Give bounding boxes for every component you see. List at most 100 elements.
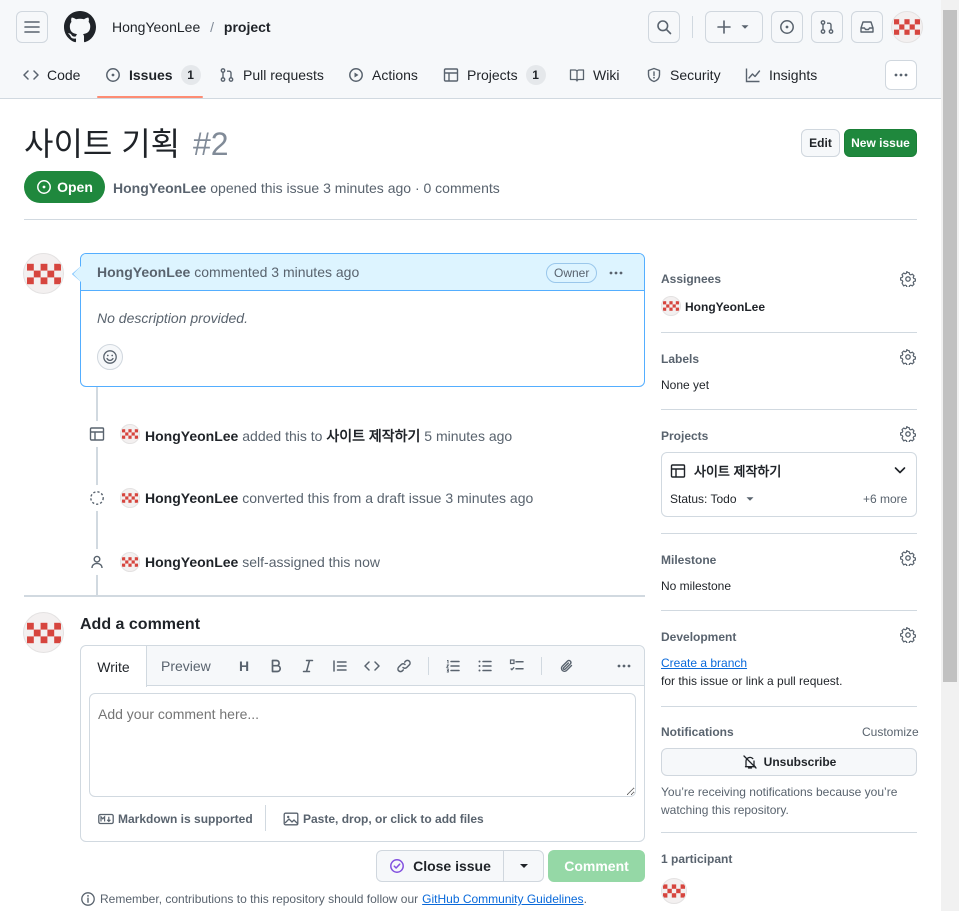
tab-security[interactable]: Security [646,60,721,90]
gear-icon[interactable] [900,426,916,445]
guidelines-note: Remember, contributions to this reposito… [80,891,587,907]
link-icon[interactable] [394,656,414,676]
markdown-note[interactable]: Markdown is supported [98,811,253,827]
tasklist-icon[interactable] [507,656,527,676]
unordered-list-icon[interactable] [475,656,495,676]
smiley-icon [103,350,117,364]
participant-avatar[interactable] [661,878,687,904]
labels-title[interactable]: Labels [661,352,699,366]
comment-author-link[interactable]: HongYeonLee [97,264,190,280]
quote-icon[interactable] [330,656,350,676]
comment-author-avatar[interactable] [23,253,64,294]
project-status-dropdown[interactable]: Status: Todo [670,492,757,506]
comment-submit-button[interactable]: Comment [548,850,645,882]
timeline-end-divider [24,595,645,597]
tab-wiki[interactable]: Wiki [569,60,619,90]
user-avatar[interactable] [891,11,923,43]
timeline-actor-avatar[interactable] [120,488,140,508]
new-issue-button[interactable]: New issue [844,129,917,157]
labels-value: None yet [661,378,710,392]
code-icon[interactable] [362,656,382,676]
italic-icon[interactable] [298,656,318,676]
issue-closed-icon [390,859,405,873]
more-options-icon[interactable] [614,656,634,676]
edit-title-button[interactable]: Edit [801,129,840,157]
timeline-actor-link[interactable]: HongYeonLee [145,490,238,506]
timeline-actor-avatar[interactable] [120,552,140,572]
heading-icon[interactable]: H [234,656,254,676]
toolbar-divider [428,657,429,675]
tab-issues[interactable]: Issues 1 [105,60,201,90]
ordered-list-icon[interactable] [443,656,463,676]
issue-author-link[interactable]: HongYeonLee [113,180,206,196]
timeline-time[interactable]: 5 minutes ago [424,428,512,444]
github-logo-icon[interactable] [64,11,96,43]
tab-code[interactable]: Code [23,60,80,90]
menu-button[interactable] [16,11,48,43]
gear-icon[interactable] [900,550,916,569]
issue-number: #2 [192,126,229,162]
repo-owner-link[interactable]: HongYeonLee [112,19,200,35]
tab-wiki-label: Wiki [593,67,620,83]
notifications-customize-link[interactable]: Customize [862,725,919,739]
issues-shortcut-button[interactable] [771,11,803,43]
close-issue-options-button[interactable] [503,850,544,882]
timeline-text: added this to [242,428,323,444]
milestone-title[interactable]: Milestone [661,553,716,567]
guidelines-link[interactable]: GitHub Community Guidelines [422,892,583,906]
assignee-name[interactable]: HongYeonLee [685,300,765,314]
tab-projects[interactable]: Projects 1 [443,60,546,90]
owner-badge-label: Owner [554,266,590,280]
markdown-note-label: Markdown is supported [118,812,253,826]
kebab-horizontal-icon [609,271,623,275]
gear-icon[interactable] [900,349,916,368]
tab-issues-label: Issues [129,67,173,83]
timeline-project-link[interactable]: 사이트 제작하기 [326,428,420,444]
close-issue-button[interactable]: Close issue [376,850,504,882]
unsubscribe-button[interactable]: Unsubscribe [661,748,917,776]
create-new-button[interactable] [705,11,763,43]
timeline-actor-avatar[interactable] [120,424,140,444]
comment-options-button[interactable] [604,263,628,283]
table-icon [89,427,105,441]
development-note: for this issue or link a pull request. [661,674,843,688]
sidebar-divider [661,533,917,534]
add-reaction-button[interactable] [97,344,123,370]
paperclip-icon[interactable] [557,656,577,676]
comment-textarea[interactable] [89,693,636,797]
chevron-down-icon[interactable] [892,462,908,481]
timeline-actor-link[interactable]: HongYeonLee [145,428,238,444]
project-more-fields[interactable]: +6 more [863,492,907,506]
development-title[interactable]: Development [661,630,736,644]
projects-title[interactable]: Projects [661,429,708,443]
repo-name-link[interactable]: project [224,19,271,35]
pull-requests-shortcut-button[interactable] [811,11,843,43]
owner-badge: Owner [546,263,598,283]
attach-files-note[interactable]: Paste, drop, or click to add files [283,811,484,827]
inbox-button[interactable] [851,11,883,43]
assignees-title[interactable]: Assignees [661,272,721,286]
tab-pull-requests[interactable]: Pull requests [219,60,324,90]
close-issue-label: Close issue [413,858,491,874]
timeline-actor-link[interactable]: HongYeonLee [145,554,238,570]
tab-actions[interactable]: Actions [348,60,418,90]
tab-insights[interactable]: Insights [745,60,817,90]
play-icon [349,68,363,82]
comment-meta[interactable]: commented 3 minutes ago [194,264,359,280]
current-user-avatar[interactable] [23,612,64,653]
assignee-avatar[interactable] [661,296,681,316]
more-tabs-button[interactable] [885,60,917,90]
timeline-item: HongYeonLee converted this from a draft … [145,490,533,506]
write-tab[interactable]: Write [81,646,147,687]
create-branch-link[interactable]: Create a branch [661,656,747,670]
bold-icon[interactable] [266,656,286,676]
gear-icon[interactable] [900,271,916,290]
issues-count: 1 [180,65,201,85]
page-scrollbar-thumb[interactable] [943,10,957,682]
guidelines-suffix: . [583,892,587,906]
search-button[interactable] [648,11,680,43]
project-card-title[interactable]: 사이트 제작하기 [670,461,781,480]
gear-icon[interactable] [900,627,916,646]
preview-tab[interactable]: Preview [161,658,211,674]
sidebar-divider [661,332,917,333]
